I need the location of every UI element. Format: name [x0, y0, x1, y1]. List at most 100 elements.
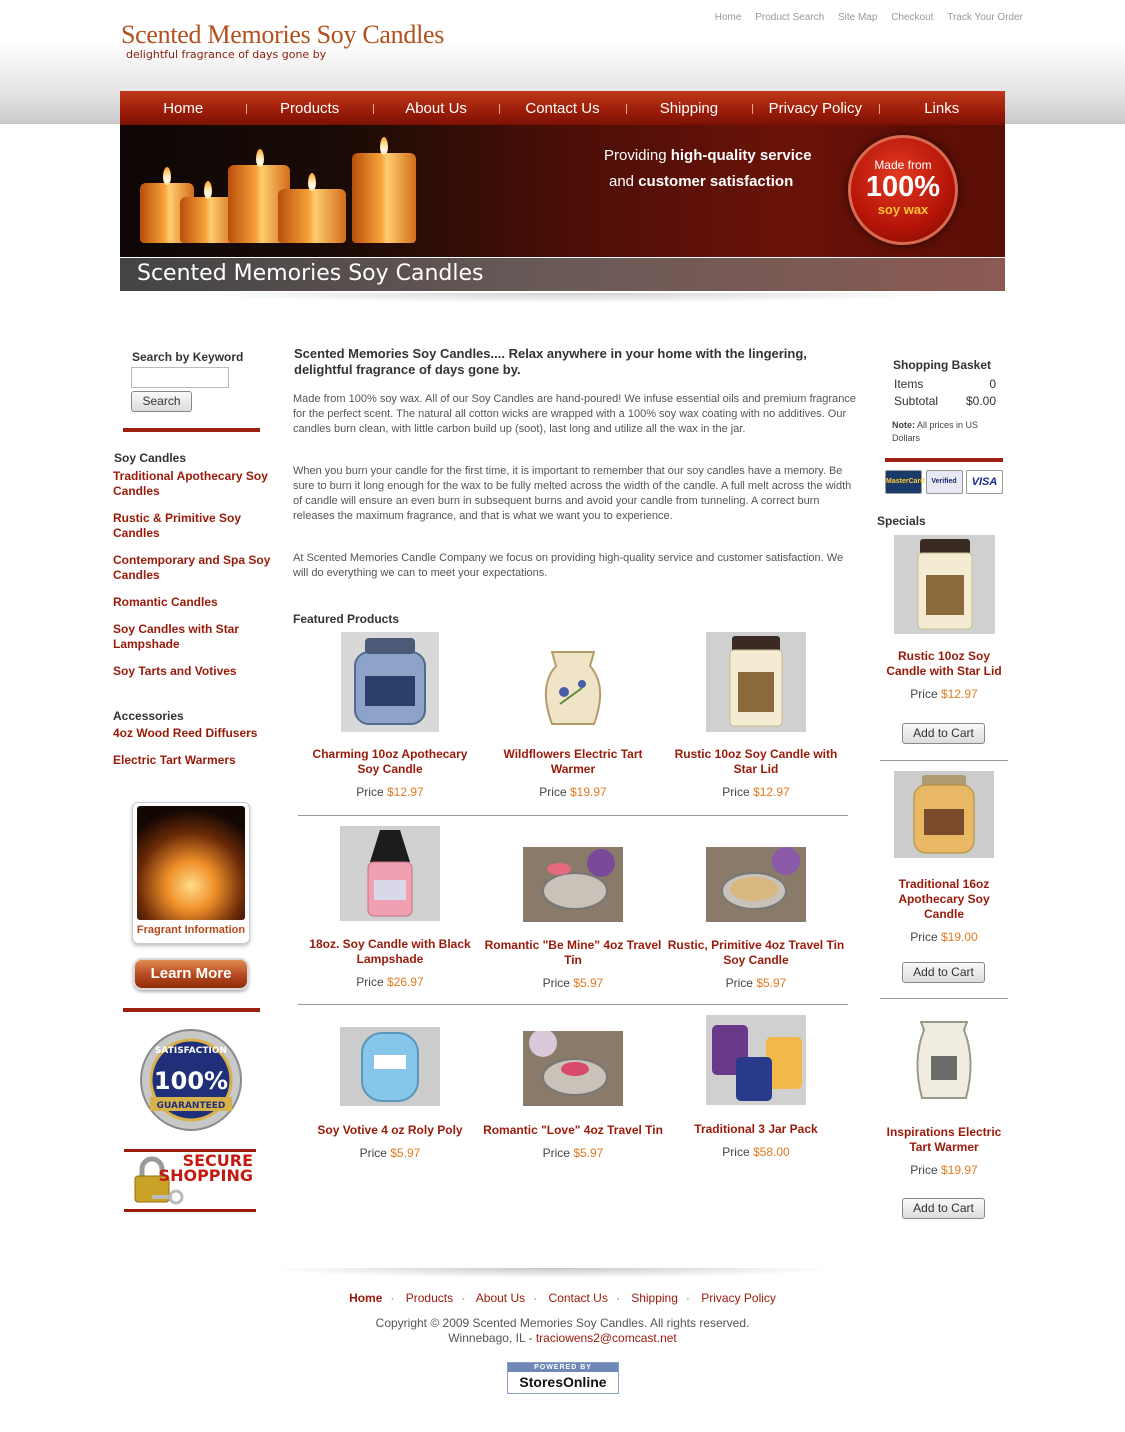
- special-image-star-lid-candle[interactable]: [893, 535, 995, 634]
- product-image-primitive-tin[interactable]: [706, 847, 806, 922]
- product-image-three-jar-pack[interactable]: [706, 1015, 806, 1105]
- product-card[interactable]: Traditional 3 Jar Pack Price $58.00: [666, 1015, 846, 1159]
- contact-email-link[interactable]: traciowens2@comcast.net: [536, 1331, 677, 1345]
- category-link-tart-warmers[interactable]: Electric Tart Warmers: [113, 753, 273, 768]
- nav-products[interactable]: Products: [246, 91, 372, 125]
- category-heading-accessories: Accessories: [113, 709, 184, 723]
- top-link-track-order[interactable]: Track Your Order: [947, 12, 1023, 23]
- product-price: Price $26.97: [356, 975, 424, 989]
- category-link-contemporary[interactable]: Contemporary and Spa Soy Candles: [113, 553, 273, 583]
- nav-contact-us[interactable]: Contact Us: [499, 91, 625, 125]
- visa-icon: VISA: [966, 470, 1003, 494]
- powered-by-storesonline-badge[interactable]: POWERED BY StoresOnline: [507, 1362, 619, 1394]
- footer-link-products[interactable]: Products: [406, 1291, 453, 1305]
- add-to-cart-button[interactable]: Add to Cart: [902, 962, 985, 983]
- product-card[interactable]: 18oz. Soy Candle with Black Lampshade Pr…: [300, 826, 480, 989]
- utility-links: Home Product Search Site Map Checkout Tr…: [704, 12, 1023, 23]
- footer-link-contact-us[interactable]: Contact Us: [548, 1291, 607, 1305]
- page-title-bar: Scented Memories Soy Candles: [120, 258, 1005, 291]
- nav-shipping[interactable]: Shipping: [625, 91, 752, 125]
- fragrant-information-label: Fragrant Information: [136, 924, 246, 936]
- special-image-apothecary-candle[interactable]: [894, 771, 994, 858]
- soy-wax-badge: Made from 100% soy wax: [848, 135, 958, 245]
- special-item[interactable]: Rustic 10oz Soy Candle with Star Lid Pri…: [880, 535, 1008, 701]
- product-name: Soy Votive 4 oz Roly Poly: [317, 1123, 463, 1137]
- top-link-checkout[interactable]: Checkout: [891, 12, 933, 23]
- add-to-cart-button[interactable]: Add to Cart: [902, 723, 985, 744]
- product-card[interactable]: Romantic "Love" 4oz Travel Tin Price $5.…: [483, 1029, 663, 1160]
- category-link-tarts-votives[interactable]: Soy Tarts and Votives: [113, 664, 273, 679]
- add-to-cart-button[interactable]: Add to Cart: [902, 1198, 985, 1219]
- search-button[interactable]: Search: [131, 391, 192, 412]
- search-input[interactable]: [131, 367, 229, 388]
- nav-links[interactable]: Links: [878, 91, 1005, 125]
- product-row-divider: [298, 815, 848, 816]
- product-name: 18oz. Soy Candle with Black Lampshade: [309, 937, 471, 966]
- specials-heading: Specials: [877, 514, 926, 528]
- footer-nav: Home · Products · About Us · Contact Us · Sh…: [349, 1291, 776, 1305]
- specials-divider: [880, 760, 1008, 761]
- special-price: Price $19.00: [910, 930, 978, 944]
- nav-about-us[interactable]: About Us: [372, 91, 499, 125]
- category-heading-soy: Soy Candles: [114, 451, 187, 465]
- site-logo[interactable]: Scented Memories Soy Candles delightful …: [121, 20, 444, 61]
- product-name: Rustic 10oz Soy Candle with Star Lid: [674, 747, 838, 776]
- product-row-divider: [298, 1004, 848, 1005]
- product-price: Price $12.97: [722, 785, 790, 799]
- footer-link-home[interactable]: Home: [349, 1291, 382, 1305]
- product-image-roly-poly-votive[interactable]: [340, 1027, 440, 1106]
- product-image-apothecary-jar[interactable]: [341, 632, 439, 732]
- category-link-reed-diffusers[interactable]: 4oz Wood Reed Diffusers: [113, 726, 273, 741]
- product-name: Traditional 3 Jar Pack: [694, 1122, 818, 1136]
- special-item[interactable]: Traditional 16oz Apothecary Soy Candle P…: [880, 771, 1008, 944]
- product-price: Price $5.97: [542, 976, 604, 990]
- product-card[interactable]: Charming 10oz Apothecary Soy Candle Pric…: [300, 632, 480, 799]
- product-card[interactable]: Wildflowers Electric Tart Warmer Price $…: [483, 632, 663, 799]
- product-card[interactable]: Romantic "Be Mine" 4oz Travel Tin Price …: [483, 847, 663, 990]
- main-nav: Home Products About Us Contact Us Shippi…: [120, 91, 1005, 125]
- category-link-star-lampshade[interactable]: Soy Candles with Star Lampshade: [113, 622, 273, 652]
- special-item[interactable]: Inspirations Electric Tart Warmer Price …: [880, 1012, 1008, 1177]
- special-image-tart-warmer[interactable]: [909, 1012, 979, 1102]
- product-card[interactable]: Soy Votive 4 oz Roly Poly Price $5.97: [300, 1027, 480, 1160]
- copyright-notice: Copyright © 2009 Scented Memories Soy Ca…: [375, 1316, 750, 1345]
- product-price: Price $12.97: [356, 785, 424, 799]
- category-link-romantic[interactable]: Romantic Candles: [113, 595, 273, 610]
- product-image-be-mine-tin[interactable]: [523, 847, 623, 922]
- product-image-love-tin[interactable]: [523, 1029, 623, 1106]
- product-card[interactable]: Rustic 10oz Soy Candle with Star Lid Pri…: [666, 632, 846, 799]
- category-link-rustic[interactable]: Rustic & Primitive Soy Candles: [113, 511, 273, 541]
- product-card[interactable]: Rustic, Primitive 4oz Travel Tin Soy Can…: [666, 847, 846, 990]
- fragrant-information-promo[interactable]: Fragrant Information: [132, 802, 250, 944]
- product-image-tart-warmer[interactable]: [524, 632, 622, 732]
- product-price: Price $19.97: [539, 785, 607, 799]
- shopping-basket-title: Shopping Basket: [893, 358, 992, 372]
- featured-products-label: Featured Products: [293, 612, 400, 626]
- top-link-product-search[interactable]: Product Search: [755, 12, 824, 23]
- top-link-home[interactable]: Home: [715, 12, 742, 23]
- footer-link-privacy-policy[interactable]: Privacy Policy: [701, 1291, 776, 1305]
- footer-divider: [262, 1268, 842, 1278]
- category-link-traditional[interactable]: Traditional Apothecary Soy Candles: [113, 469, 273, 499]
- product-name: Wildflowers Electric Tart Warmer: [503, 747, 643, 776]
- product-name: Romantic "Be Mine" 4oz Travel Tin: [484, 938, 662, 967]
- currency-note: Note: All prices in US Dollars: [892, 420, 979, 443]
- divider-shadow: [180, 293, 960, 303]
- footer-link-shipping[interactable]: Shipping: [631, 1291, 678, 1305]
- svg-text:100%: 100%: [154, 1067, 228, 1095]
- nav-privacy-policy[interactable]: Privacy Policy: [752, 91, 878, 125]
- product-name: Charming 10oz Apothecary Soy Candle: [312, 747, 468, 776]
- learn-more-button[interactable]: Learn More: [133, 958, 249, 990]
- candle-glow-image: [137, 806, 245, 920]
- sidebar-divider: [123, 428, 260, 432]
- logo-title: Scented Memories Soy Candles: [121, 20, 445, 49]
- product-price: Price $5.97: [359, 1146, 421, 1160]
- product-image-black-lampshade[interactable]: [340, 826, 440, 921]
- product-price: Price $5.97: [725, 976, 787, 990]
- top-link-site-map[interactable]: Site Map: [838, 12, 877, 23]
- footer-link-about-us[interactable]: About Us: [476, 1291, 525, 1305]
- product-image-star-lid-candle[interactable]: [706, 632, 806, 732]
- nav-home[interactable]: Home: [120, 91, 246, 125]
- special-price: Price $19.97: [910, 1163, 978, 1177]
- svg-text:SATISFACTION: SATISFACTION: [155, 1046, 227, 1056]
